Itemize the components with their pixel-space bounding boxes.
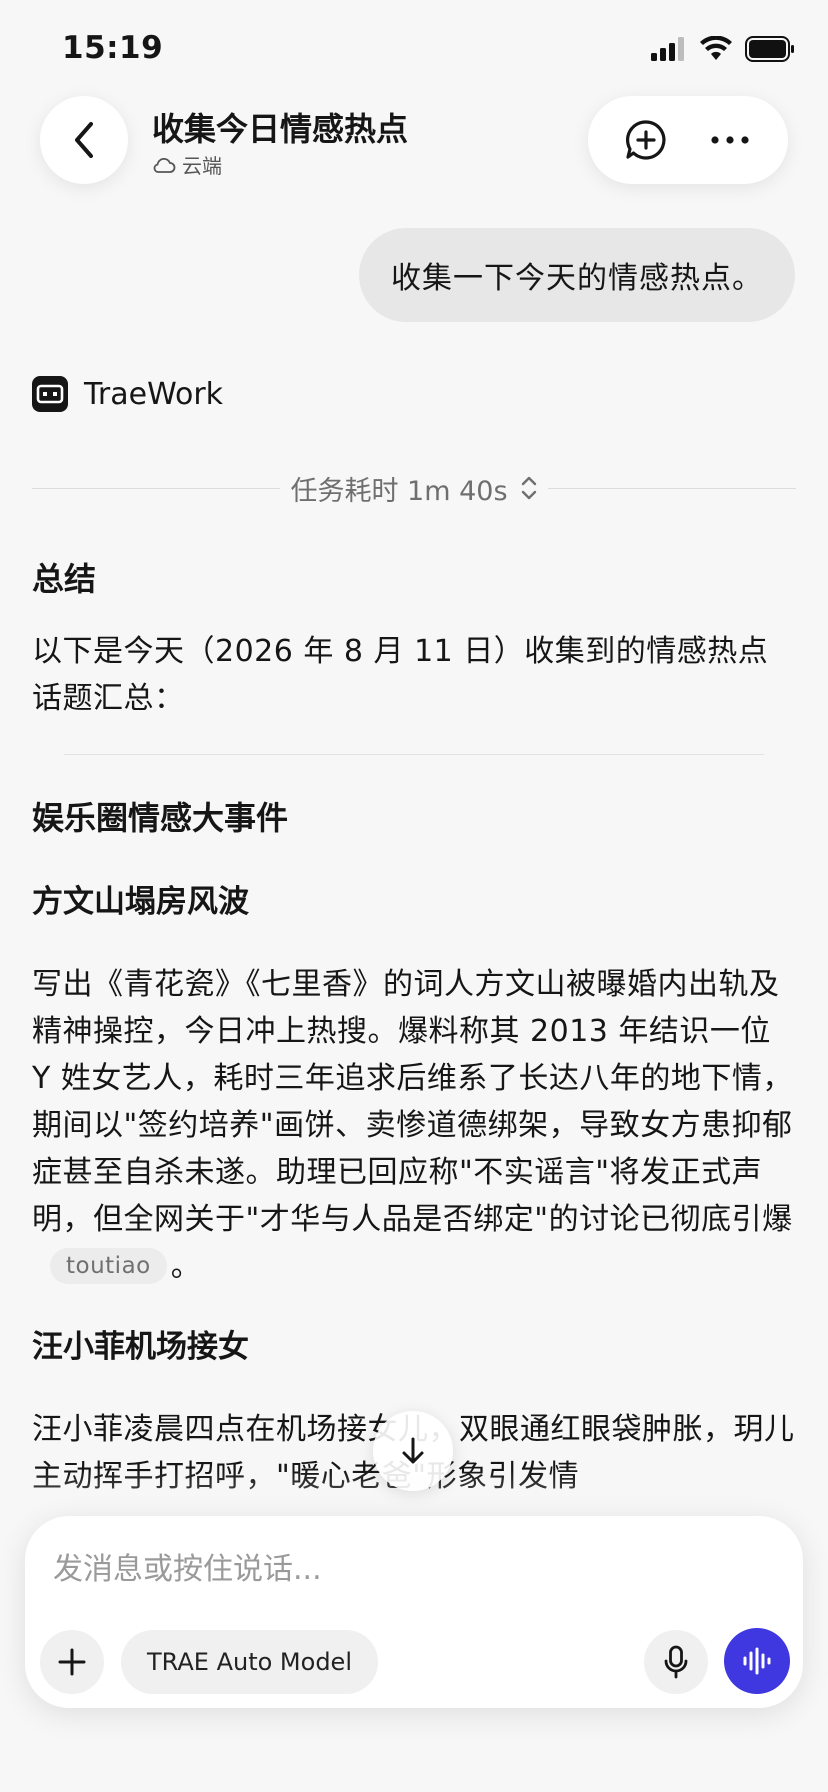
bot-header: TraeWork (32, 376, 223, 412)
topic-title: 汪小菲机场接女 (32, 1329, 249, 1365)
task-duration-toggle[interactable]: 任务耗时 1m 40s (280, 469, 547, 508)
divider-line (547, 487, 797, 489)
back-button[interactable] (40, 96, 128, 184)
divider-line (32, 487, 281, 489)
bot-name: TraeWork (84, 376, 224, 412)
status-time: 15:19 (62, 30, 164, 66)
topic-title: 方文山塌房风波 (32, 884, 249, 920)
task-duration-label: 任务耗时 1m 40s (290, 475, 508, 507)
page-subtitle: 云端 (152, 150, 222, 179)
new-chat-button[interactable] (614, 108, 678, 172)
section-heading: 娱乐圈情感大事件 (32, 799, 289, 837)
subtitle-label: 云端 (182, 154, 222, 178)
summary-heading: 总结 (32, 560, 97, 598)
battery-icon (745, 36, 794, 62)
source-chip[interactable]: toutiao (50, 1248, 167, 1284)
microphone-button[interactable] (644, 1630, 708, 1694)
voice-mode-button[interactable] (724, 1628, 790, 1694)
model-selector[interactable]: TRAE Auto Model (121, 1630, 378, 1694)
traework-logo-icon (32, 376, 68, 412)
chevron-left-icon (75, 122, 93, 158)
topic-body-text: 写出《青花瓷》《七里香》的词人方文山被曝婚内出轨及精神操控，今日冲上热搜。爆料称… (32, 967, 793, 1237)
model-label: TRAE Auto Model (147, 1648, 352, 1676)
user-message-text: 收集一下今天的情感热点。 (391, 261, 763, 296)
topic-body: 写出《青花瓷》《七里香》的词人方文山被曝婚内出轨及精神操控，今日冲上热搜。爆料称… (32, 961, 796, 1290)
message-input[interactable] (53, 1542, 753, 1596)
attach-button[interactable] (40, 1630, 104, 1694)
more-horizontal-icon (711, 136, 749, 144)
more-button[interactable] (698, 108, 762, 172)
add-message-icon (626, 120, 666, 160)
bot-response: 总结 以下是今天（2026 年 8 月 11 日）收集到的情感热点话题汇总： 娱… (32, 552, 796, 1500)
status-bar: 15:19 (0, 0, 828, 100)
arrow-down-icon (402, 1437, 424, 1464)
status-icons (651, 36, 795, 62)
topic-body-tail: 。 (170, 1249, 202, 1284)
plus-icon (58, 1648, 86, 1676)
audio-waveform-icon (743, 1647, 771, 1675)
signal-icon (651, 37, 684, 61)
user-message-bubble: 收集一下今天的情感热点。 (359, 228, 795, 322)
wifi-icon (700, 36, 732, 60)
intro-paragraph: 以下是今天（2026 年 8 月 11 日）收集到的情感热点话题汇总： (32, 634, 769, 716)
microphone-icon (664, 1645, 688, 1679)
expand-collapse-icon (521, 476, 536, 500)
task-duration-divider: 任务耗时 1m 40s (32, 468, 797, 508)
cloud-icon (153, 157, 176, 173)
page-title: 收集今日情感热点 (152, 110, 409, 148)
header-actions (588, 96, 788, 184)
section-divider (64, 754, 764, 755)
message-composer: TRAE Auto Model (25, 1516, 803, 1708)
